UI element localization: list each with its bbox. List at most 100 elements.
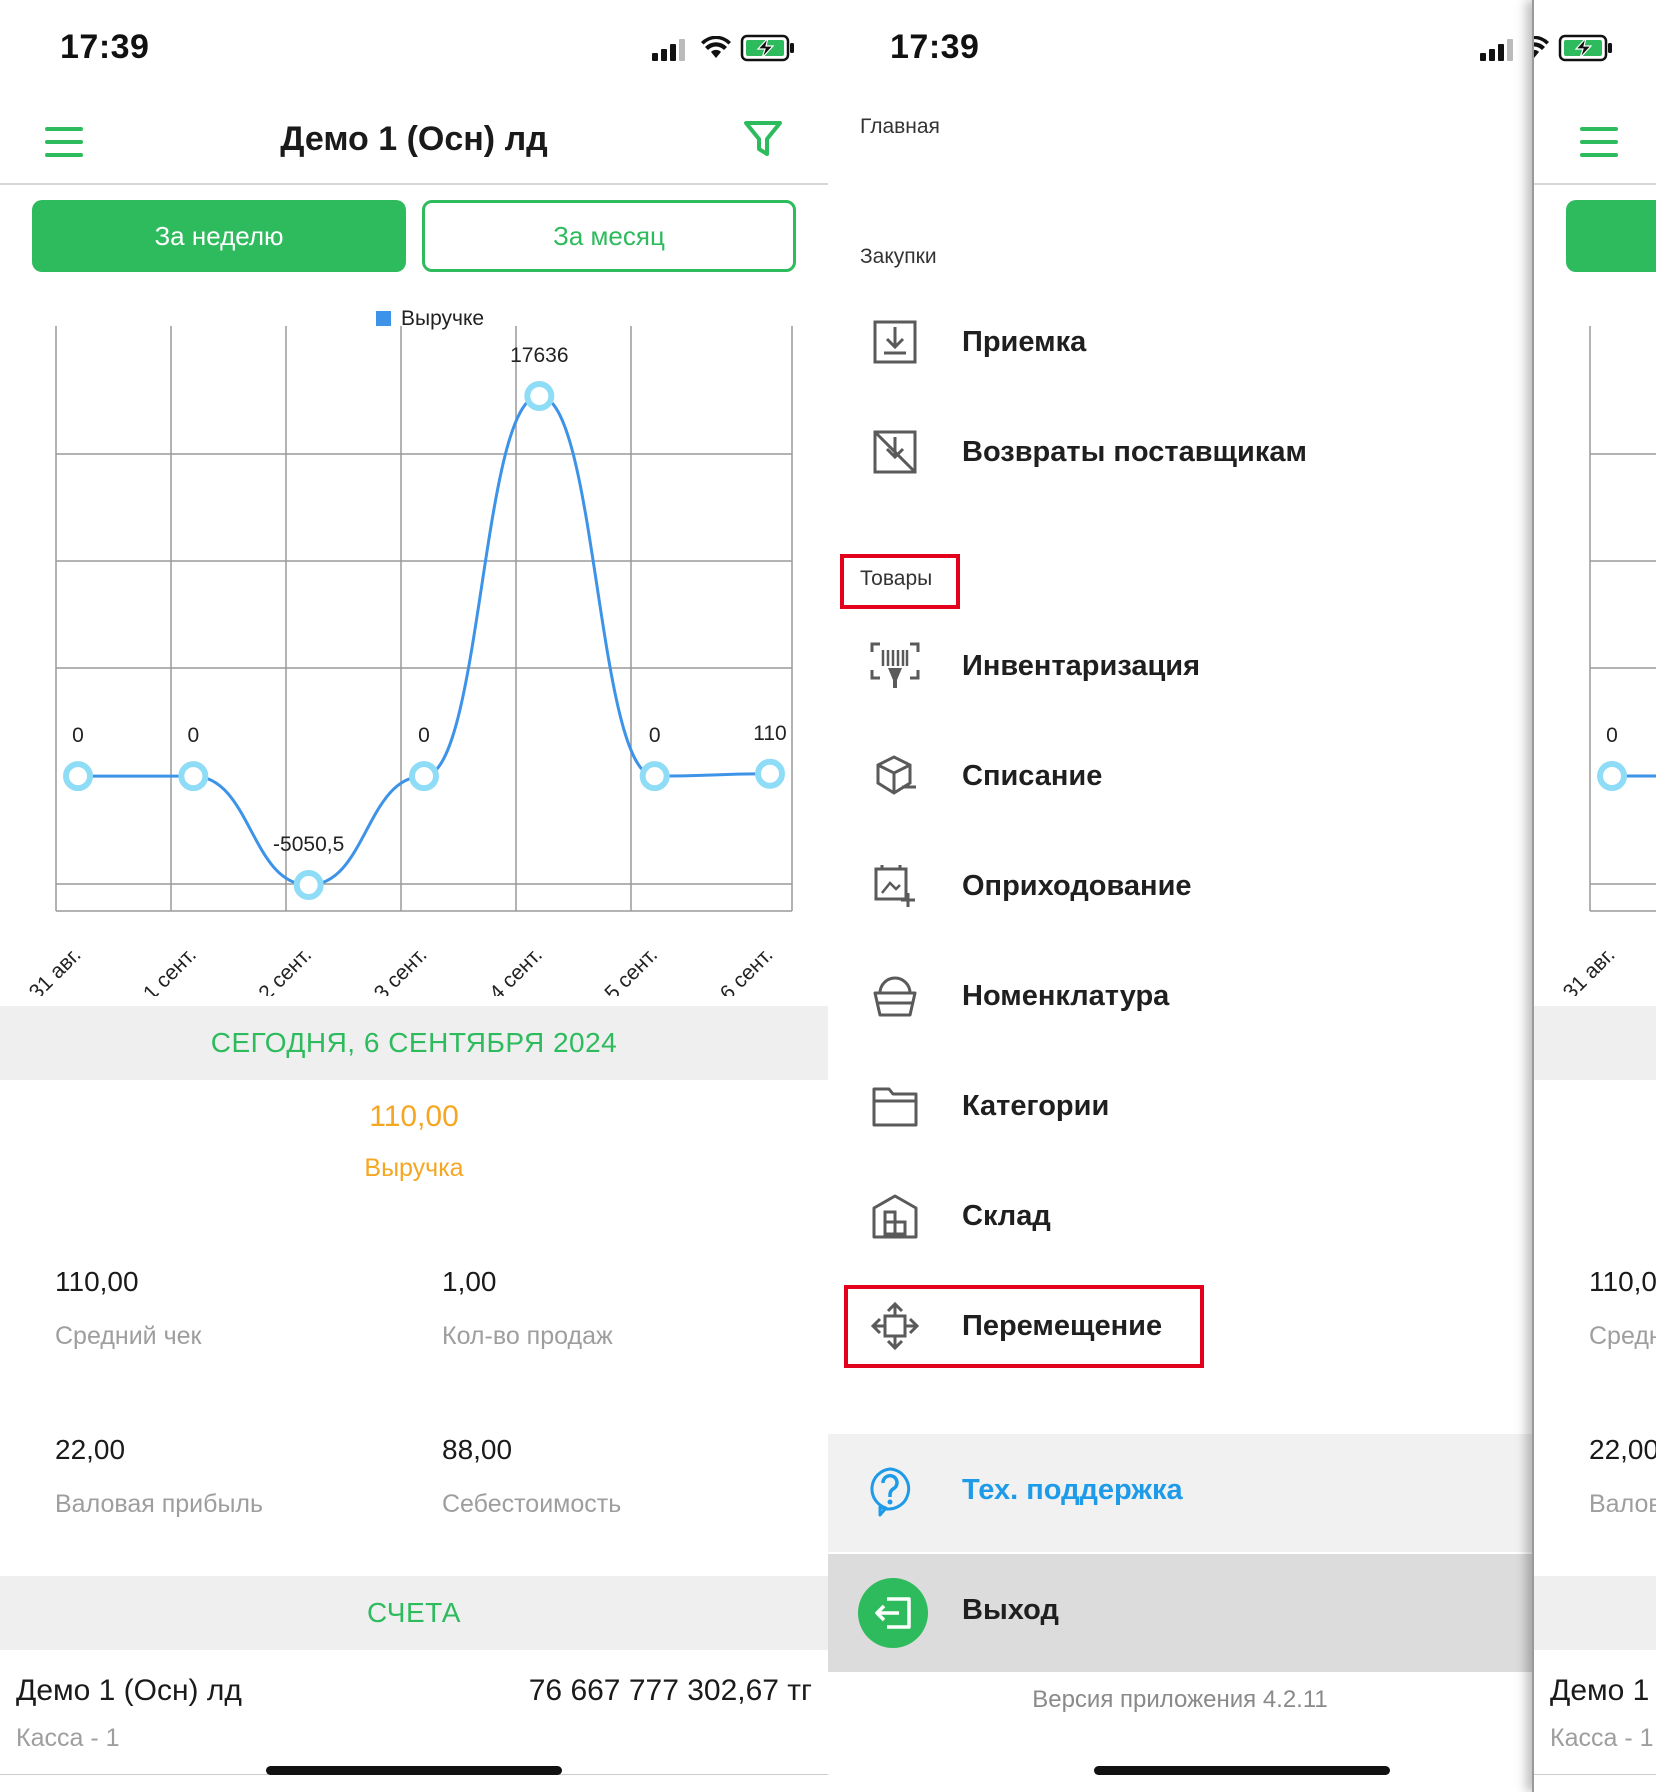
- sales-count-label: Кол-во продаж: [442, 1322, 613, 1350]
- data-label: 110: [753, 722, 786, 745]
- menu-item-writeoff[interactable]: Списание: [828, 731, 1532, 821]
- revenue-label: Выручка: [364, 1154, 464, 1182]
- wifi-icon: [701, 36, 731, 58]
- avg-check-label: Средн: [1589, 1322, 1656, 1350]
- menu-label: Инвентаризация: [962, 649, 1201, 682]
- data-point: [293, 870, 324, 900]
- help-icon: [866, 1466, 914, 1523]
- menu-item-home[interactable]: Главная: [860, 115, 940, 139]
- menu-item-inventory[interactable]: Инвентаризация: [828, 621, 1532, 711]
- data-point: [524, 381, 555, 411]
- highlight-box-transfer: [844, 1285, 1204, 1368]
- dashboard-screen: 17:39 Демо 1 (Осн) лд За неделю За месяц…: [0, 0, 828, 1792]
- chart-peek: 0 31 авг.: [1559, 326, 1656, 996]
- box-minus-icon: [868, 749, 922, 803]
- gross-profit-value: 22,00: [1589, 1434, 1656, 1465]
- cellular-signal-icon: [652, 37, 685, 61]
- menu-hamburger-icon[interactable]: [1580, 127, 1618, 166]
- menu-item-posting[interactable]: Оприходование: [828, 841, 1532, 931]
- logout-label: Выход: [962, 1594, 1059, 1626]
- document-plus-icon: [868, 859, 922, 913]
- status-time: 17:39: [60, 28, 150, 66]
- battery-charging-icon: [1558, 34, 1612, 62]
- page-title: Демо 1 (Осн) лд: [280, 120, 548, 158]
- today-heading: СЕГОДНЯ, 6 СЕНТЯБРЯ 2024: [0, 1006, 828, 1080]
- account-row[interactable]: Демо 1 (Осн) лд 76 667 777 302,67 тг Кас…: [0, 1652, 828, 1776]
- legend-label: Выручке: [401, 307, 484, 330]
- wifi-icon: [1534, 36, 1549, 58]
- sales-count-value: 1,00: [442, 1266, 497, 1297]
- menu-hamburger-icon[interactable]: [45, 127, 83, 166]
- x-tick-label: 3 сент.: [370, 943, 432, 996]
- battery-charging-icon: [740, 34, 794, 62]
- gross-profit-label: Валов: [1589, 1490, 1656, 1518]
- data-point: [755, 758, 785, 789]
- folder-icon: [868, 1079, 922, 1133]
- gross-profit-label: Валовая прибыль: [55, 1490, 264, 1518]
- x-tick-label: 2 сент.: [254, 943, 316, 996]
- menu-label: Списание: [962, 759, 1103, 792]
- avg-check-value: 110,00: [55, 1266, 139, 1297]
- filter-icon[interactable]: [742, 118, 784, 160]
- return-icon: [868, 425, 922, 479]
- highlight-box-goods: [840, 554, 960, 609]
- account-amount: 76 667 777 302,67 тг: [528, 1674, 812, 1707]
- support-button[interactable]: Тех. поддержка: [828, 1434, 1532, 1552]
- menu-item-categories[interactable]: Категории: [828, 1061, 1532, 1151]
- list-divider: [1534, 1774, 1656, 1775]
- dashboard-peek: 0 31 авг. 110,0 Средн 22,00 Валов Демо 1…: [1532, 0, 1656, 1792]
- data-label: -5050,5: [273, 833, 344, 856]
- revenue-line-chart: Выручке 0 0 -5050,5 0 17636 0 110 31 авг. 1 сент.…: [25, 307, 793, 996]
- cost-value: 88,00: [442, 1434, 513, 1465]
- menu-item-supplier-returns[interactable]: Возвраты поставщикам: [828, 407, 1532, 497]
- support-label: Тех. поддержка: [962, 1474, 1183, 1506]
- menu-label: Номенклатура: [962, 979, 1170, 1012]
- warehouse-icon: [868, 1189, 922, 1243]
- data-label: 0: [187, 724, 199, 747]
- app-version: Версия приложения 4.2.11: [1032, 1686, 1328, 1713]
- data-point: [63, 761, 93, 792]
- revenue-value: 110,00: [369, 1100, 459, 1133]
- tab-week-button[interactable]: За неделю: [32, 200, 406, 272]
- menu-label: Склад: [962, 1199, 1051, 1232]
- menu-item-warehouse[interactable]: Склад: [828, 1171, 1532, 1261]
- data-label: 0: [72, 724, 84, 747]
- menu-item-nomenclature[interactable]: Номенклатура: [828, 951, 1532, 1041]
- avg-check-label: Средний чек: [55, 1322, 202, 1350]
- accounts-heading: СЧЕТА: [0, 1576, 828, 1650]
- x-tick-label: 6 сент.: [716, 943, 778, 996]
- data-label: 0: [418, 724, 430, 747]
- tab-week-button[interactable]: [1566, 200, 1656, 272]
- account-name: Демо 1: [1550, 1674, 1650, 1707]
- gross-profit-value: 22,00: [55, 1434, 126, 1465]
- header-divider: [0, 183, 828, 185]
- x-tick-label: 4 сент.: [485, 943, 547, 996]
- cost-label: Себестоимость: [442, 1490, 622, 1518]
- x-tick-label: 5 сент.: [600, 943, 662, 996]
- cellular-signal-icon: [1480, 37, 1513, 61]
- data-label: 0: [649, 724, 661, 747]
- receive-icon: [868, 315, 922, 369]
- menu-label: Возвраты поставщикам: [962, 435, 1307, 468]
- menu-item-receiving[interactable]: Приемка: [828, 297, 1532, 387]
- logout-icon: [858, 1578, 928, 1648]
- x-tick-label: 1 сент.: [139, 943, 201, 996]
- menu-label: Категории: [962, 1089, 1110, 1122]
- section-purchases: Закупки: [860, 245, 937, 268]
- account-sub: Касса - 1: [1550, 1724, 1654, 1752]
- data-point: [1597, 761, 1627, 791]
- tab-month-button[interactable]: За месяц: [422, 200, 796, 272]
- data-label: 0: [1606, 724, 1618, 747]
- x-tick-label: 31 авг.: [25, 943, 86, 996]
- home-indicator: [1094, 1766, 1390, 1775]
- data-point: [409, 761, 439, 792]
- side-menu: 17:39 Главная Закупки Приемка Возвраты п…: [828, 0, 1532, 1792]
- account-sub: Касса - 1: [16, 1724, 120, 1752]
- logout-button[interactable]: Выход: [828, 1554, 1532, 1672]
- basket-icon: [868, 969, 922, 1023]
- barcode-scanner-icon: [868, 639, 922, 693]
- x-tick-label: 31 авг.: [1559, 943, 1620, 996]
- data-label: 17636: [510, 344, 568, 367]
- menu-label: Оприходование: [962, 869, 1192, 902]
- avg-check-value: 110,0: [1589, 1266, 1656, 1297]
